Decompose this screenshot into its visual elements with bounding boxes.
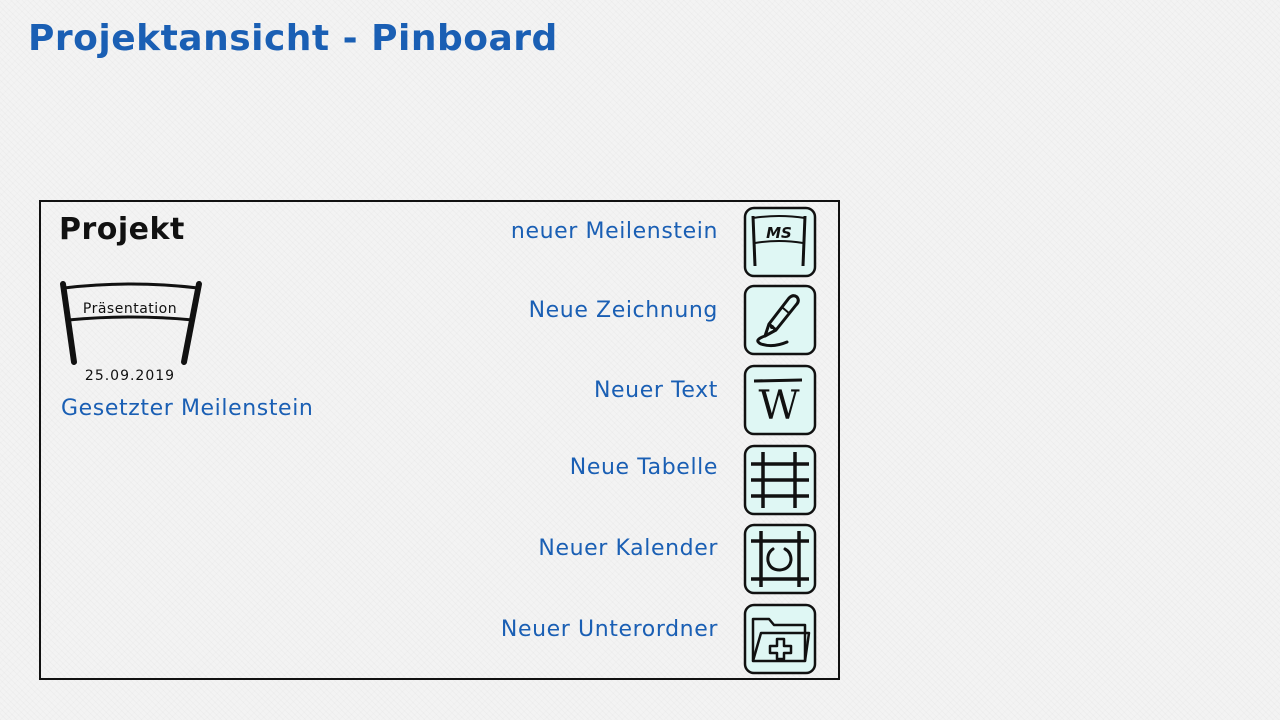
milestone-date: 25.09.2019	[84, 368, 176, 384]
text-icon-letter: W	[758, 383, 799, 429]
project-heading: Projekt	[59, 212, 185, 247]
new-calendar-label[interactable]: Neuer Kalender	[538, 536, 718, 561]
new-text-button[interactable]: W	[743, 364, 817, 436]
pen-icon	[743, 284, 817, 356]
text-icon: W	[743, 364, 817, 436]
new-text-label[interactable]: Neuer Text	[594, 378, 718, 403]
milestone-flag-icon	[60, 281, 202, 365]
milestone-icon-text: MS	[766, 224, 792, 242]
project-pinboard: Projekt Präsentation 25.09.2019 Gesetzte…	[39, 200, 840, 680]
new-subfolder-label[interactable]: Neuer Unterordner	[501, 617, 718, 642]
milestone-name: Präsentation	[82, 301, 178, 317]
milestone-flag[interactable]: Präsentation 25.09.2019	[59, 278, 209, 388]
new-milestone-label[interactable]: neuer Meilenstein	[511, 219, 718, 244]
table-icon	[743, 444, 817, 516]
new-table-label[interactable]: Neue Tabelle	[570, 455, 718, 480]
new-drawing-label[interactable]: Neue Zeichnung	[529, 298, 718, 323]
new-subfolder-button[interactable]	[743, 603, 817, 675]
new-drawing-button[interactable]	[743, 284, 817, 356]
milestone-icon: MS	[743, 206, 817, 278]
calendar-icon	[743, 523, 817, 595]
new-table-button[interactable]	[743, 444, 817, 516]
folder-add-icon	[743, 603, 817, 675]
page-title: Projektansicht - Pinboard	[28, 18, 558, 59]
new-milestone-button[interactable]: MS	[743, 206, 817, 278]
new-calendar-button[interactable]	[743, 523, 817, 595]
milestone-caption: Gesetzter Meilenstein	[61, 396, 314, 421]
